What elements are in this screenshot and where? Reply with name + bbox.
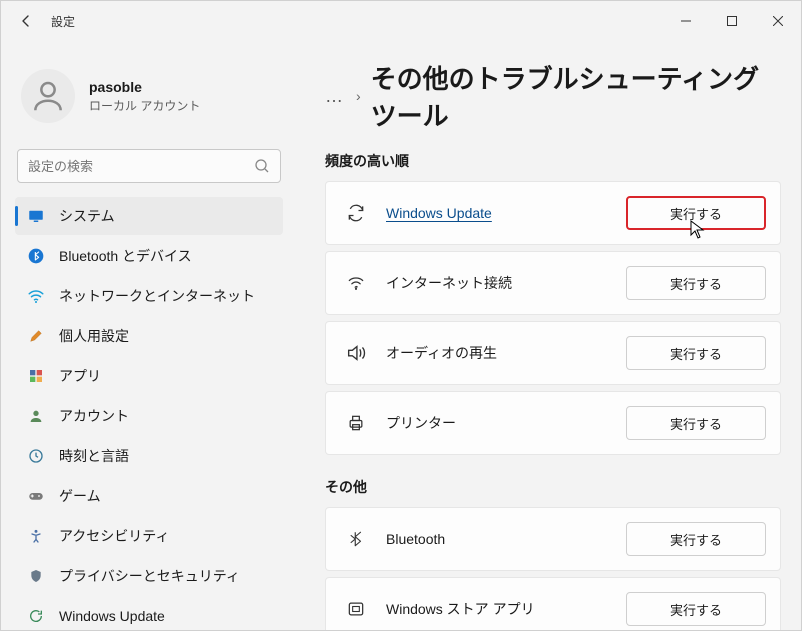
user-name: pasoble — [89, 79, 200, 95]
troubleshooter-windows-update[interactable]: Windows Update 実行する — [325, 181, 781, 245]
nav-label: Windows Update — [59, 608, 165, 624]
nav-label: アプリ — [59, 366, 101, 386]
window-controls — [663, 5, 801, 37]
breadcrumb-ellipsis[interactable]: … — [325, 86, 346, 107]
user-subtitle: ローカル アカウント — [89, 97, 200, 114]
paint-icon — [27, 327, 45, 345]
troubleshooter-store-apps[interactable]: Windows ストア アプリ 実行する — [325, 577, 781, 630]
nav-time-language[interactable]: 時刻と言語 — [15, 437, 283, 475]
body: pasoble ローカル アカウント システム Bluetooth とデバイス — [1, 41, 801, 630]
chevron-right-icon: › — [356, 88, 361, 104]
bluetooth-icon — [27, 247, 45, 265]
nav-label: Bluetooth とデバイス — [59, 246, 192, 266]
nav-privacy[interactable]: プライバシーとセキュリティ — [15, 557, 283, 595]
nav: システム Bluetooth とデバイス ネットワークとインターネット 個人用設… — [13, 197, 285, 630]
section-heading-other: その他 — [325, 477, 781, 497]
maximize-button[interactable] — [709, 5, 755, 37]
breadcrumb: … › その他のトラブルシューティング ツール — [325, 59, 781, 133]
nav-label: システム — [59, 206, 115, 226]
main-content: … › その他のトラブルシューティング ツール 頻度の高い順 Windows U… — [297, 41, 801, 630]
card-title: Windows ストア アプリ — [386, 599, 626, 619]
nav-accessibility[interactable]: アクセシビリティ — [15, 517, 283, 555]
search-input[interactable] — [28, 159, 254, 174]
nav-label: 時刻と言語 — [59, 446, 129, 466]
nav-windows-update[interactable]: Windows Update — [15, 597, 283, 630]
window-title: 設定 — [51, 13, 663, 30]
nav-label: 個人用設定 — [59, 326, 129, 346]
nav-label: ゲーム — [59, 486, 101, 506]
wifi-signal-icon — [344, 271, 368, 295]
nav-personalization[interactable]: 個人用設定 — [15, 317, 283, 355]
card-title: インターネット接続 — [386, 273, 626, 293]
card-title: オーディオの再生 — [386, 343, 626, 363]
nav-system[interactable]: システム — [15, 197, 283, 235]
run-button[interactable]: 実行する — [626, 592, 766, 626]
sync-icon — [344, 201, 368, 225]
person-icon — [29, 77, 67, 115]
arrow-left-icon — [19, 13, 35, 29]
nav-label: アクセシビリティ — [59, 526, 169, 546]
account-icon — [27, 407, 45, 425]
speaker-icon — [344, 341, 368, 365]
search-icon — [254, 158, 270, 174]
troubleshooter-bluetooth[interactable]: Bluetooth 実行する — [325, 507, 781, 571]
run-button[interactable]: 実行する — [626, 336, 766, 370]
close-button[interactable] — [755, 5, 801, 37]
printer-icon — [344, 411, 368, 435]
settings-window: 設定 pasoble ローカル アカウント — [0, 0, 802, 631]
section-heading-frequent: 頻度の高い順 — [325, 151, 781, 171]
run-button[interactable]: 実行する — [626, 522, 766, 556]
card-title: プリンター — [386, 413, 626, 433]
shield-icon — [27, 567, 45, 585]
nav-bluetooth[interactable]: Bluetooth とデバイス — [15, 237, 283, 275]
back-button[interactable] — [15, 9, 39, 33]
section-other: その他 Bluetooth 実行する Windows ストア アプリ 実行する — [325, 477, 781, 630]
gamepad-icon — [27, 487, 45, 505]
troubleshooter-audio[interactable]: オーディオの再生 実行する — [325, 321, 781, 385]
troubleshooter-printer[interactable]: プリンター 実行する — [325, 391, 781, 455]
update-icon — [27, 607, 45, 625]
apps-icon — [27, 367, 45, 385]
nav-label: ネットワークとインターネット — [59, 286, 255, 306]
page-title: その他のトラブルシューティング ツール — [371, 59, 781, 133]
run-button[interactable]: 実行する — [626, 266, 766, 300]
run-button[interactable]: 実行する — [626, 406, 766, 440]
nav-apps[interactable]: アプリ — [15, 357, 283, 395]
card-title: Windows Update — [386, 205, 626, 221]
avatar — [21, 69, 75, 123]
card-title: Bluetooth — [386, 531, 626, 547]
monitor-icon — [27, 207, 45, 225]
titlebar: 設定 — [1, 1, 801, 41]
nav-network[interactable]: ネットワークとインターネット — [15, 277, 283, 315]
nav-label: アカウント — [59, 406, 129, 426]
minimize-button[interactable] — [663, 5, 709, 37]
user-block[interactable]: pasoble ローカル アカウント — [13, 41, 285, 145]
troubleshooter-internet[interactable]: インターネット接続 実行する — [325, 251, 781, 315]
store-app-icon — [344, 597, 368, 621]
wifi-icon — [27, 287, 45, 305]
sidebar: pasoble ローカル アカウント システム Bluetooth とデバイス — [1, 41, 297, 630]
bluetooth-outline-icon — [344, 527, 368, 551]
run-button[interactable]: 実行する — [626, 196, 766, 230]
clock-icon — [27, 447, 45, 465]
search-wrap — [17, 149, 281, 183]
search-box[interactable] — [17, 149, 281, 183]
nav-label: プライバシーとセキュリティ — [59, 566, 240, 586]
nav-accounts[interactable]: アカウント — [15, 397, 283, 435]
accessibility-icon — [27, 527, 45, 545]
nav-gaming[interactable]: ゲーム — [15, 477, 283, 515]
